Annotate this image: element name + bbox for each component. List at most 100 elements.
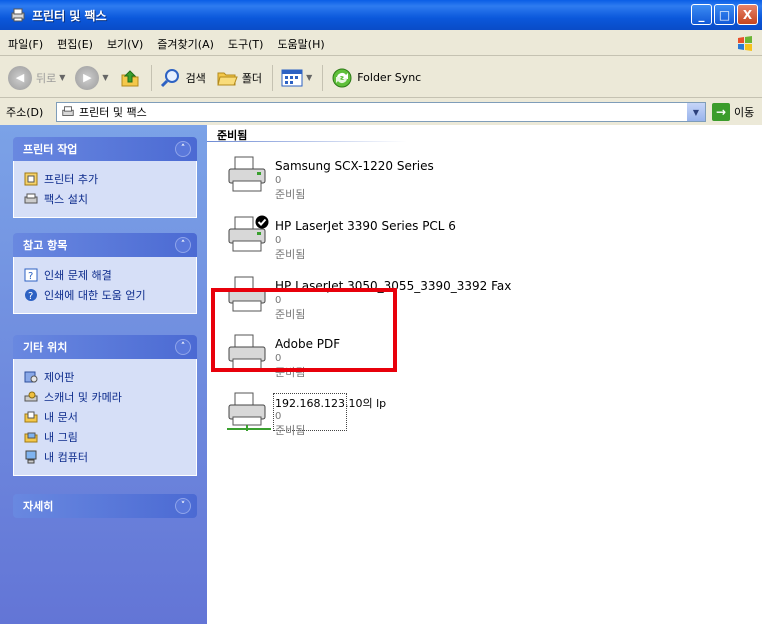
address-value: 프린터 및 팩스: [79, 106, 147, 119]
collapse-chevron-icon[interactable]: ˄: [175, 141, 191, 157]
other-places-group: 기타 위치 ˄ 제어판 스캐너 및 카메라 내 문서 내 그림 내 컴퓨터: [13, 335, 197, 476]
printer-docs: 0: [275, 175, 282, 186]
address-label: 주소(D): [6, 106, 44, 119]
printer-name: HP LaserJet 3050_3055_3390_3392 Fax: [275, 279, 512, 293]
my-pictures-label: 내 그림: [44, 431, 78, 444]
details-header[interactable]: 자세히 ˅: [13, 494, 197, 518]
back-button[interactable]: ◀ 뒤로 ▼: [8, 65, 66, 90]
help-circle-icon: ?: [25, 289, 37, 302]
see-also-header[interactable]: 참고 항목 ˄: [13, 233, 197, 257]
my-pictures-link[interactable]: 내 그림: [24, 427, 186, 447]
control-panel-icon: [24, 371, 38, 383]
back-label: 뒤로: [36, 71, 57, 85]
see-also-body: ? 인쇄 문제 해결 ? 인쇄에 대한 도움 얻기: [13, 257, 197, 314]
other-places-body: 제어판 스캐너 및 카메라 내 문서 내 그림 내 컴퓨터: [13, 359, 197, 476]
back-arrow-icon: ◀: [8, 65, 32, 90]
see-also-group: 참고 항목 ˄ ? 인쇄 문제 해결 ? 인쇄에 대한 도움 얻기: [13, 233, 197, 314]
go-button[interactable]: → 이동: [712, 103, 754, 121]
printer-docs: 0: [275, 411, 282, 422]
menu-favorites[interactable]: 즐겨찾기(A): [157, 36, 214, 52]
printer-tasks-title: 프린터 작업: [23, 143, 78, 156]
my-computer-label: 내 컴퓨터: [44, 451, 88, 464]
toolbar-separator: [272, 64, 274, 91]
dropdown-arrow-icon: ▼: [102, 73, 109, 82]
other-places-title: 기타 위치: [23, 341, 68, 354]
printer-name: Adobe PDF: [275, 337, 341, 351]
my-computer-link[interactable]: 내 컴퓨터: [24, 447, 186, 467]
folder-sync-button[interactable]: Folder Sync: [331, 67, 421, 89]
scanners-cameras-link[interactable]: 스캐너 및 카메라: [24, 387, 186, 407]
troubleshoot-printing-label: 인쇄 문제 해결: [44, 269, 112, 282]
printer-docs: 0: [275, 235, 282, 246]
add-printer-link[interactable]: 프린터 추가: [24, 169, 186, 189]
printer-status: 준비됨: [275, 308, 306, 321]
svg-text:?: ?: [28, 271, 33, 282]
task-pane: 프린터 작업 ˄ 프린터 추가 팩스 설치 참고 항목 ˄ ? 인쇄 문제 해결…: [0, 125, 207, 624]
group-divider: [207, 141, 407, 142]
minimize-button[interactable]: _: [691, 4, 712, 25]
menu-edit[interactable]: 편집(E): [57, 36, 93, 52]
search-icon: [160, 68, 179, 87]
views-button[interactable]: ▼: [281, 68, 312, 88]
up-folder-button[interactable]: [119, 67, 141, 89]
dropdown-arrow-icon: ▼: [59, 73, 66, 82]
toolbar-separator: [322, 64, 324, 91]
printer-item[interactable]: HP LaserJet 3390 Series PCL 6 0 준비됨: [227, 213, 647, 269]
menu-tools[interactable]: 도구(T): [228, 36, 264, 52]
views-icon: [281, 69, 303, 86]
printer-icon: [228, 156, 266, 192]
setup-fax-link[interactable]: 팩스 설치: [24, 189, 186, 209]
menu-help[interactable]: 도움말(H): [277, 36, 324, 52]
printer-fax-icon: [11, 8, 25, 22]
printer-status: 준비됨: [275, 188, 306, 201]
printer-item[interactable]: Samsung SCX-1220 Series 0 준비됨: [227, 153, 647, 209]
folders-icon: [217, 72, 238, 85]
folder-sync-icon: [332, 68, 352, 87]
title-bar[interactable]: 프린터 및 팩스 _ □ X: [0, 0, 762, 30]
menu-file[interactable]: 파일(F): [8, 36, 43, 52]
see-also-title: 참고 항목: [23, 239, 68, 252]
troubleshoot-printing-link[interactable]: ? 인쇄 문제 해결: [24, 265, 186, 285]
my-pictures-icon: [24, 432, 38, 443]
toolbar-separator: [150, 64, 152, 91]
details-group: 자세히 ˅: [13, 494, 197, 518]
printer-name: HP LaserJet 3390 Series PCL 6: [275, 219, 456, 233]
forward-arrow-icon: ▶: [75, 65, 100, 90]
my-computer-icon: [25, 450, 37, 464]
printer-name: 192.168.123.10의 lp: [275, 397, 387, 410]
printer-tasks-header[interactable]: 프린터 작업 ˄: [13, 137, 197, 161]
expand-chevron-icon[interactable]: ˅: [175, 498, 191, 514]
printer-item[interactable]: HP LaserJet 3050_3055_3390_3392 Fax 0 준비…: [227, 273, 647, 329]
menu-bar: 파일(F) 편집(E) 보기(V) 즐겨찾기(A) 도구(T) 도움말(H): [0, 32, 762, 56]
control-panel-link[interactable]: 제어판: [24, 367, 186, 387]
printer-icon: [228, 334, 266, 370]
folders-button[interactable]: 폴더: [216, 67, 262, 89]
collapse-chevron-icon[interactable]: ˄: [175, 339, 191, 355]
control-panel-label: 제어판: [44, 371, 75, 384]
printer-item[interactable]: Adobe PDF 0 준비됨: [227, 331, 647, 387]
my-documents-icon: [24, 411, 38, 423]
my-documents-link[interactable]: 내 문서: [24, 407, 186, 427]
maximize-button[interactable]: □: [714, 4, 735, 25]
printing-help-link[interactable]: ? 인쇄에 대한 도움 얻기: [24, 285, 186, 305]
up-folder-icon: [121, 69, 139, 86]
menu-view[interactable]: 보기(V): [107, 36, 143, 52]
close-button[interactable]: X: [737, 4, 758, 25]
printer-item[interactable]: 192.168.123.10의 lp 0 준비됨: [227, 389, 647, 445]
other-places-header[interactable]: 기타 위치 ˄: [13, 335, 197, 359]
printer-docs: 0: [275, 295, 282, 306]
collapse-chevron-icon[interactable]: ˄: [175, 237, 191, 253]
explorer-window: 프린터 및 팩스 _ □ X 파일(F) 편집(E) 보기(V) 즐겨찾기(A)…: [0, 0, 762, 624]
printer-tasks-body: 프린터 추가 팩스 설치: [13, 161, 197, 218]
forward-button[interactable]: ▶ ▼: [75, 65, 109, 90]
address-dropdown-button[interactable]: ▼: [687, 103, 705, 121]
toolbar: ◀ 뒤로 ▼ ▶ ▼ 검색 폴더 ▼ Folder Sync: [0, 58, 762, 98]
printer-status: 준비됨: [275, 248, 306, 261]
address-input[interactable]: 프린터 및 팩스 ▼: [56, 102, 706, 122]
default-printer-check-icon: [255, 215, 269, 229]
printer-tasks-group: 프린터 작업 ˄ 프린터 추가 팩스 설치: [13, 137, 197, 218]
fax-icon: [24, 193, 38, 204]
printer-fax-icon: [62, 106, 74, 116]
printing-help-label: 인쇄에 대한 도움 얻기: [44, 289, 146, 302]
search-button[interactable]: 검색: [160, 67, 206, 89]
